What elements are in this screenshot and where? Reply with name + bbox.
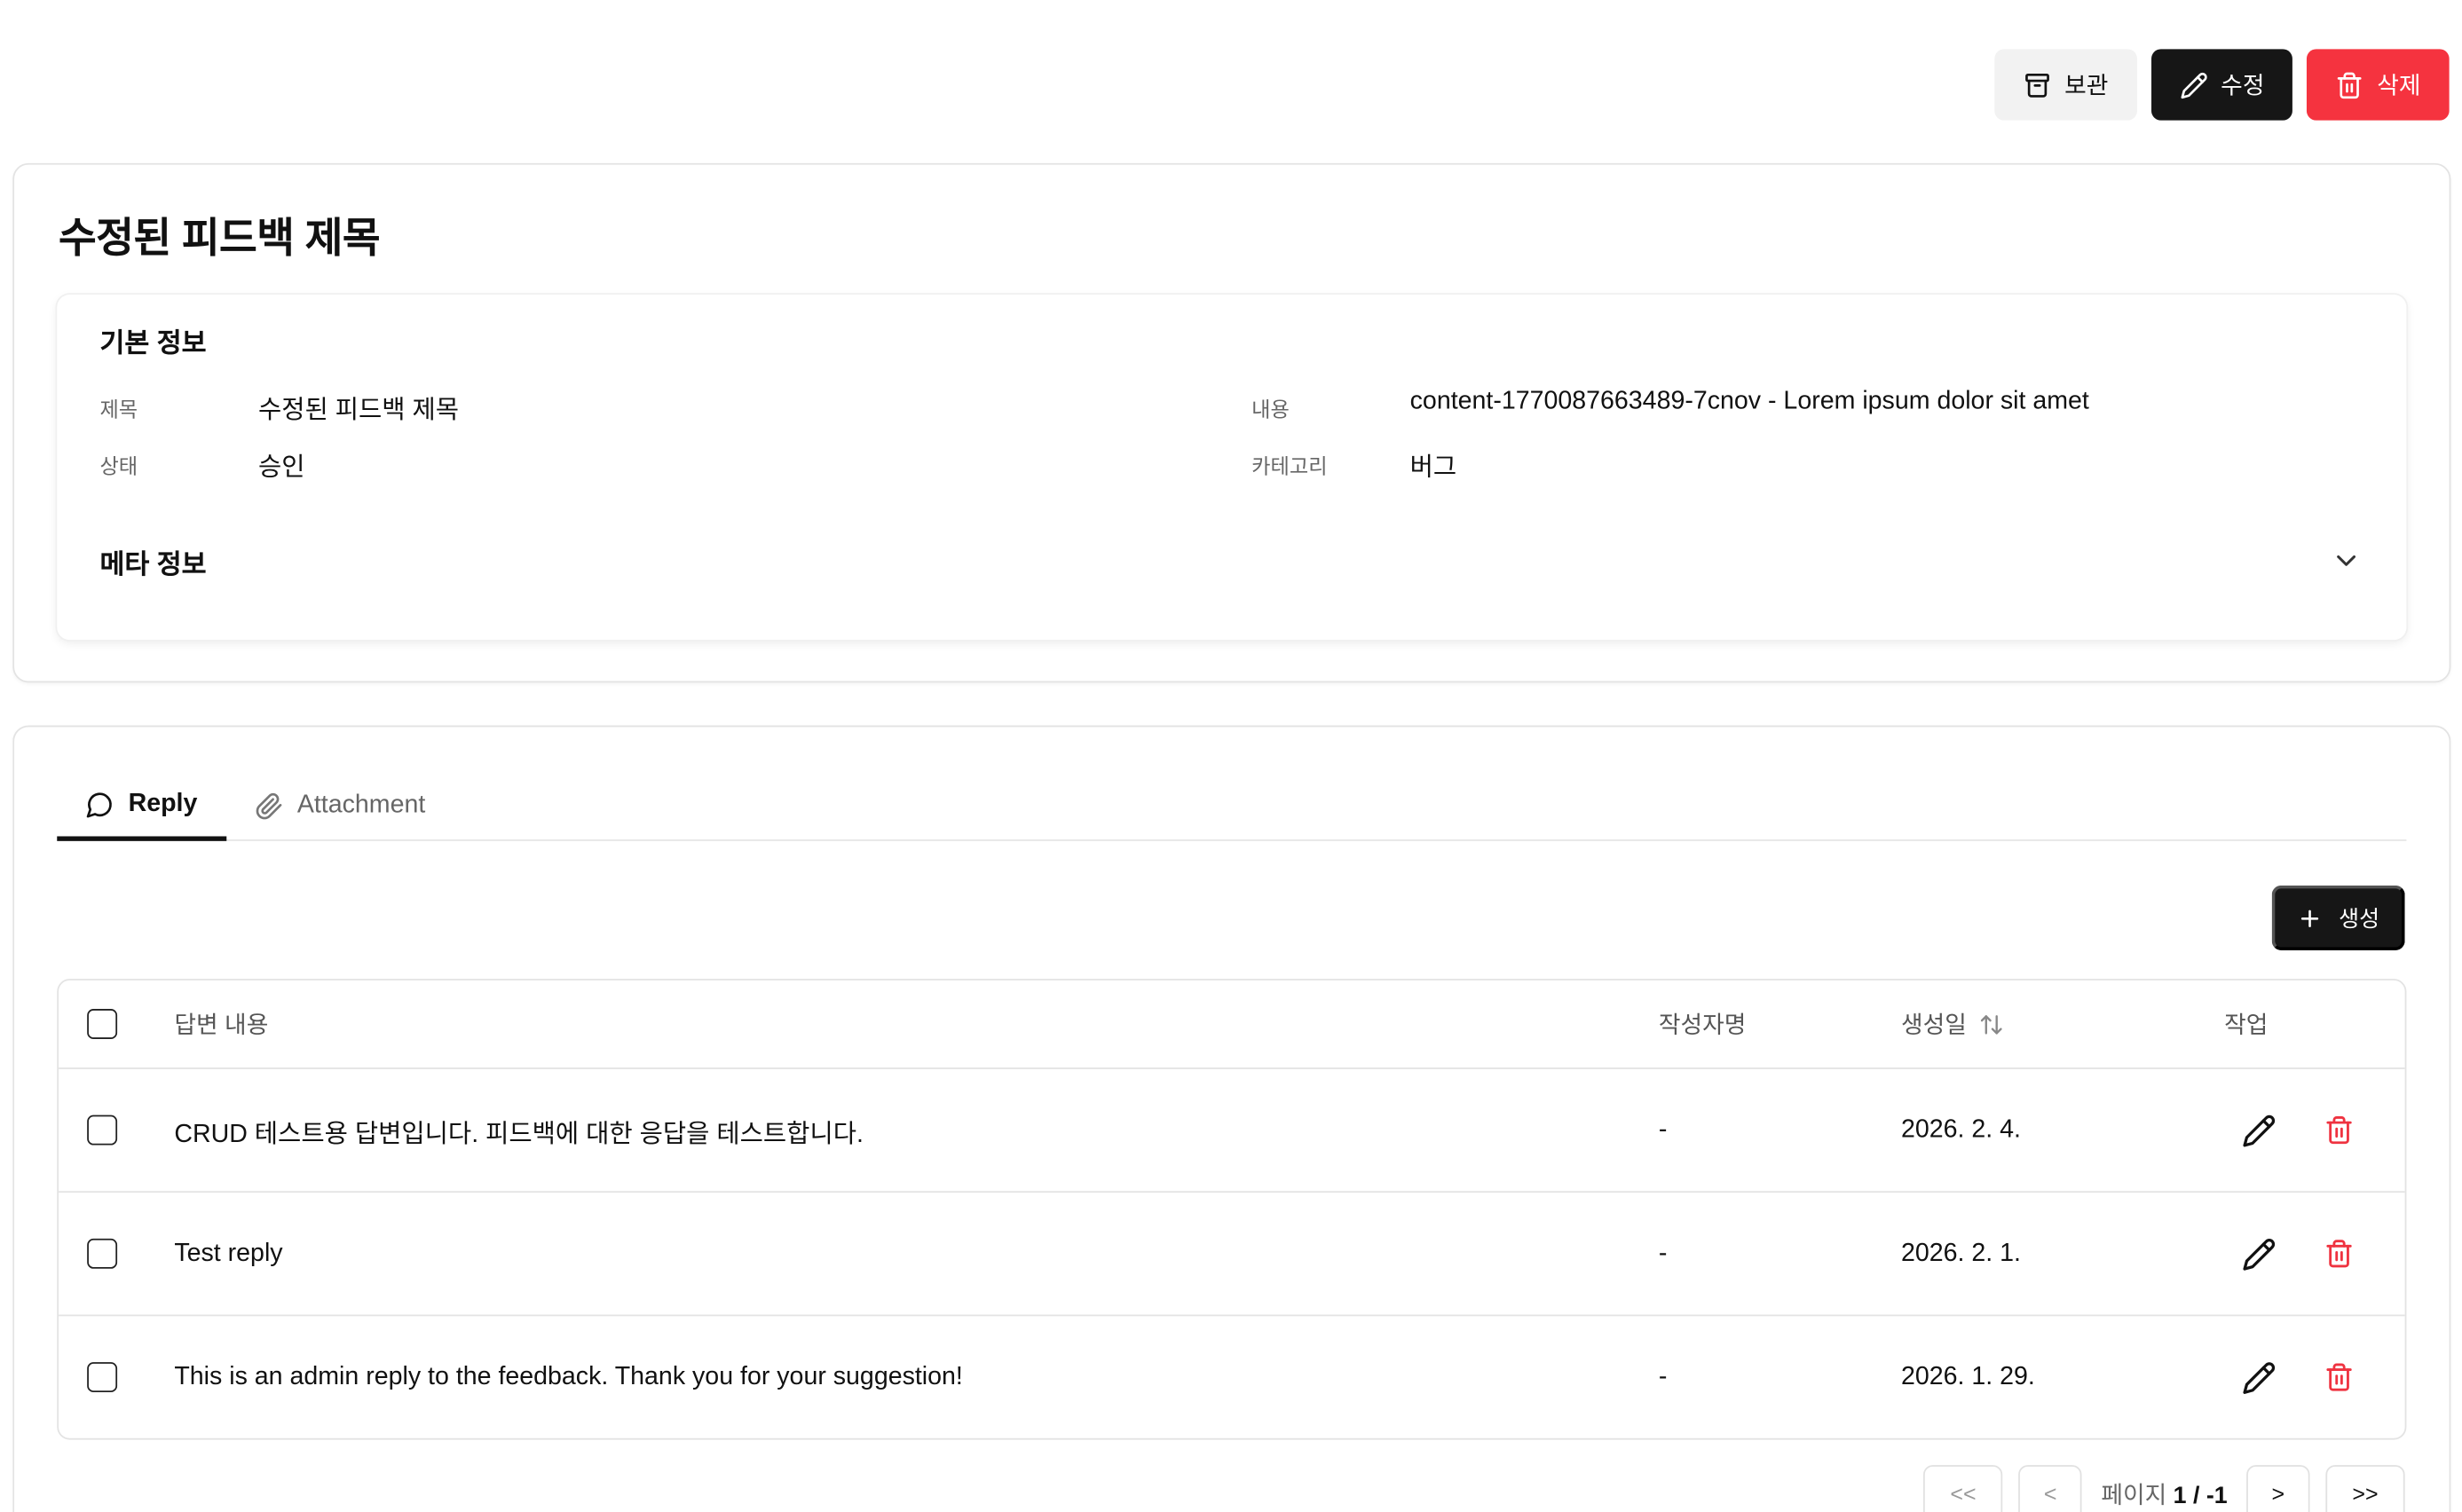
sort-icon bbox=[1981, 1014, 2003, 1034]
reply-author: - bbox=[1658, 1362, 1668, 1390]
archive-button-label: 보관 bbox=[2064, 73, 2109, 100]
edit-row-icon[interactable] bbox=[2242, 1359, 2277, 1394]
delete-row-icon[interactable] bbox=[2324, 1115, 2355, 1146]
table-row: CRUD 테스트용 답변입니다. 피드백에 대한 응답을 테스트합니다. - 2… bbox=[59, 1067, 2405, 1191]
next-page-button[interactable]: > bbox=[2246, 1465, 2310, 1512]
tab-reply[interactable]: Reply bbox=[57, 771, 226, 841]
prev-page-button[interactable]: < bbox=[2018, 1465, 2082, 1512]
page-value: 1 / -1 bbox=[2173, 1481, 2228, 1509]
paperclip-icon bbox=[255, 792, 281, 820]
table-row: Test reply - 2026. 2. 1. bbox=[59, 1191, 2405, 1314]
plus-icon bbox=[2301, 909, 2319, 927]
delete-button[interactable]: 삭제 bbox=[2307, 49, 2450, 121]
reply-content: This is an admin reply to the feedback. … bbox=[174, 1362, 963, 1390]
tab-attachment[interactable]: Attachment bbox=[226, 771, 454, 841]
table-row: This is an admin reply to the feedback. … bbox=[59, 1314, 2405, 1438]
feedback-detail-page: 보관 수정 삭제 수정된 피드백 제목 기본 정보 제목 수정된 피드백 제목 … bbox=[0, 0, 2462, 1512]
reply-author: - bbox=[1658, 1239, 1668, 1267]
reply-created: 2026. 1. 29. bbox=[1901, 1362, 2035, 1390]
edit-button-label: 수정 bbox=[2221, 73, 2265, 100]
page-title: 수정된 피드백 제목 bbox=[59, 213, 381, 262]
field-label-content: 내용 bbox=[1251, 398, 1290, 421]
field-label-category: 카테고리 bbox=[1251, 454, 1328, 479]
action-toolbar: 보관 수정 삭제 bbox=[0, 0, 2462, 121]
row-checkbox[interactable] bbox=[87, 1362, 118, 1393]
reply-content: CRUD 테스트용 답변입니다. 피드백에 대한 응답을 테스트합니다. bbox=[174, 1120, 864, 1148]
column-header-created-label: 생성일 bbox=[1901, 1012, 1967, 1039]
archive-button[interactable]: 보관 bbox=[1994, 49, 2137, 121]
create-button[interactable]: 생성 bbox=[2272, 885, 2405, 950]
tab-attachment-label: Attachment bbox=[296, 791, 426, 819]
meta-info-toggle[interactable]: 메타 정보 bbox=[99, 541, 206, 581]
field-value-status: 승인 bbox=[257, 454, 305, 482]
column-header-actions: 작업 bbox=[2224, 1012, 2269, 1039]
select-all-checkbox[interactable] bbox=[87, 1009, 118, 1039]
pencil-icon bbox=[2181, 72, 2207, 98]
page-label: 페이지 bbox=[2101, 1481, 2167, 1509]
reply-created: 2026. 2. 4. bbox=[1901, 1115, 2021, 1143]
column-header-created[interactable]: 생성일 bbox=[1901, 980, 2005, 1067]
delete-row-icon[interactable] bbox=[2324, 1239, 2355, 1269]
row-checkbox[interactable] bbox=[87, 1114, 118, 1146]
column-header-content: 답변 내용 bbox=[174, 1012, 269, 1039]
create-button-label: 생성 bbox=[2339, 905, 2380, 931]
edit-row-icon[interactable] bbox=[2242, 1113, 2277, 1147]
basic-info-title: 기본 정보 bbox=[99, 327, 207, 358]
first-page-button[interactable]: << bbox=[1923, 1465, 2003, 1512]
reply-table: 답변 내용 작성자명 생성일 작업 CRUD 테스트용 답변입니다. 피드백에 … bbox=[57, 979, 2407, 1440]
detail-card: 수정된 피드백 제목 기본 정보 제목 수정된 피드백 제목 상태 승인 내용 … bbox=[12, 162, 2451, 683]
reply-created: 2026. 2. 1. bbox=[1901, 1239, 2021, 1267]
reply-content: Test reply bbox=[174, 1239, 283, 1267]
field-value-title: 수정된 피드백 제목 bbox=[257, 398, 460, 425]
field-label-status: 상태 bbox=[99, 454, 138, 479]
chevron-down-icon[interactable] bbox=[2331, 545, 2363, 577]
trash-icon bbox=[2338, 71, 2363, 98]
field-value-content: content-1770087663489-7cnov - Lorem ipsu… bbox=[1409, 388, 2089, 415]
field-label-title: 제목 bbox=[99, 398, 138, 421]
column-header-author: 작성자명 bbox=[1658, 1012, 1747, 1039]
pagination: << < 페이지 1 / -1 > >> bbox=[1923, 1465, 2405, 1512]
related-card: Reply Attachment 생성 답변 내용 작성자명 생성일 작업 CR… bbox=[12, 725, 2451, 1512]
table-header: 답변 내용 작성자명 생성일 작업 bbox=[59, 980, 2405, 1067]
field-value-category: 버그 bbox=[1409, 454, 1457, 482]
last-page-button[interactable]: >> bbox=[2325, 1465, 2405, 1512]
tab-reply-label: Reply bbox=[128, 789, 198, 817]
delete-row-icon[interactable] bbox=[2324, 1362, 2355, 1392]
row-checkbox[interactable] bbox=[87, 1238, 118, 1269]
info-panel: 기본 정보 제목 수정된 피드백 제목 상태 승인 내용 content-177… bbox=[57, 295, 2407, 641]
delete-button-label: 삭제 bbox=[2377, 73, 2421, 100]
edit-row-icon[interactable] bbox=[2242, 1236, 2277, 1271]
page-indicator: 페이지 1 / -1 bbox=[2098, 1477, 2231, 1510]
message-circle-icon bbox=[86, 791, 112, 817]
tab-bar: Reply Attachment bbox=[57, 771, 2407, 841]
archive-icon bbox=[2025, 73, 2050, 97]
reply-author: - bbox=[1658, 1115, 1668, 1143]
edit-button[interactable]: 수정 bbox=[2150, 49, 2293, 121]
